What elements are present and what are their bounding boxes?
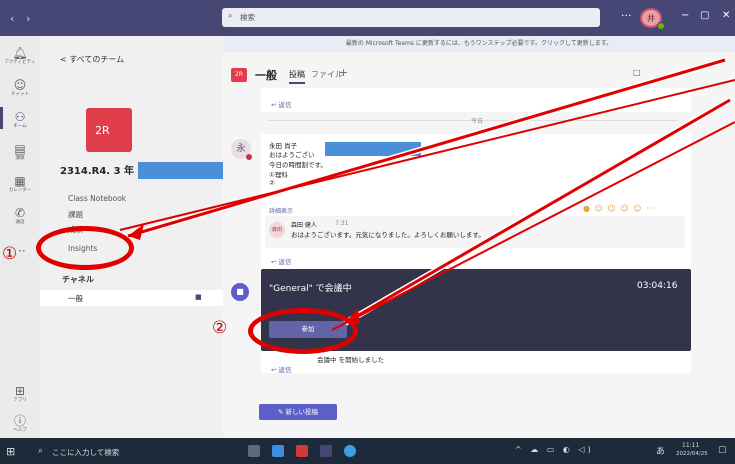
annotation-marker-2: ②	[212, 318, 228, 338]
arrow-to-channel	[127, 58, 726, 238]
annotation-circle-2	[248, 308, 358, 354]
annotation-marker-1: ①	[2, 244, 18, 264]
annotation-circle-1	[36, 226, 134, 270]
arrow-to-join	[344, 98, 731, 325]
